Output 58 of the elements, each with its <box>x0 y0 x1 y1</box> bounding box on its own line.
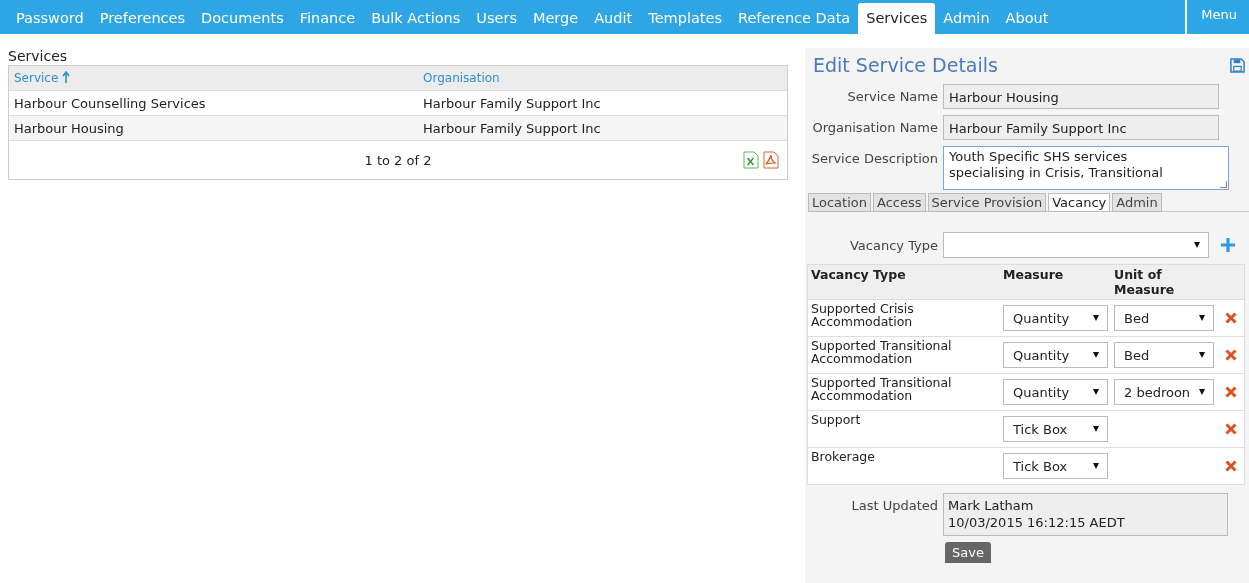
caret-icon <box>1093 352 1099 358</box>
table-cell-text: Harbour Counselling Services <box>13 95 207 111</box>
table-cell-text: Harbour Family Support Inc <box>422 95 601 111</box>
table-cell-text: Support <box>811 413 862 426</box>
nav-tab[interactable]: Services <box>858 3 936 34</box>
dropdown[interactable]: Quantity <box>1003 379 1108 405</box>
dropdown[interactable]: 2 bedroon <box>1114 379 1214 405</box>
dropdown[interactable]: Bed <box>1114 342 1214 368</box>
save-button[interactable]: Save <box>945 542 991 563</box>
delete-icon[interactable] <box>1224 349 1237 361</box>
tab[interactable]: Admin <box>1112 193 1162 212</box>
dropdown[interactable]: Bed <box>1114 305 1214 331</box>
add-icon[interactable] <box>1221 238 1235 252</box>
caret-icon <box>1199 389 1205 395</box>
description-field[interactable]: Youth Specific SHS services specialising in Crisis, Transitional <box>943 146 1229 190</box>
field-label: Service Name <box>846 88 939 104</box>
column-header: Unit of Measure <box>1113 266 1176 299</box>
last-updated-field: Mark Latham 10/03/2015 16:12:15 AEDT <box>943 493 1228 536</box>
caret-icon <box>1093 315 1099 321</box>
delete-icon[interactable] <box>1224 312 1237 324</box>
field-label: Vacancy Type <box>848 237 939 253</box>
table-cell-text: Brokerage <box>811 450 876 463</box>
dropdown[interactable]: Tick Box <box>1003 453 1108 479</box>
delete-icon[interactable] <box>1224 423 1237 435</box>
tab[interactable]: Location <box>808 193 871 212</box>
dropdown[interactable]: Quantity <box>1003 342 1108 368</box>
tab[interactable]: Access <box>873 193 926 212</box>
section-title: Services <box>8 48 69 64</box>
field-label: Last Updated <box>850 497 939 515</box>
caret-icon <box>1194 242 1200 248</box>
panel-title: Edit Service Details <box>813 54 998 76</box>
excel-export-icon[interactable] <box>743 151 759 169</box>
caret-icon <box>1093 463 1099 469</box>
tab[interactable]: Vacancy <box>1048 193 1111 212</box>
table-cell-text: Harbour Family Support Inc <box>422 120 601 136</box>
field-label: Service Description <box>810 150 939 166</box>
dropdown[interactable]: Quantity <box>1003 305 1108 331</box>
caret-icon <box>1093 389 1099 395</box>
pager-text: 1 to 2 of 2 <box>364 152 432 168</box>
caret-icon <box>1199 352 1205 358</box>
table-cell-text: Supported Crisis Accommodation <box>811 302 915 328</box>
column-header: Measure <box>1002 266 1065 284</box>
field-label: Organisation Name <box>811 119 939 135</box>
delete-icon[interactable] <box>1224 460 1237 472</box>
table-cell-text: Supported Transitional Accommodation <box>811 376 953 402</box>
delete-icon[interactable] <box>1224 386 1237 398</box>
table-cell-text: Supported Transitional Accommodation <box>811 339 953 365</box>
column-header: Vacancy Type <box>810 266 907 284</box>
table-cell-text: Harbour Housing <box>13 120 125 136</box>
caret-icon <box>1093 426 1099 432</box>
pdf-export-icon[interactable] <box>763 151 779 169</box>
tab[interactable]: Service Provision <box>927 193 1047 212</box>
resize-grip-icon <box>1220 181 1227 188</box>
save-icon[interactable] <box>1230 57 1245 73</box>
text-field[interactable]: Harbour Family Support Inc <box>943 115 1219 140</box>
text-field[interactable]: Harbour Housing <box>943 84 1219 109</box>
caret-icon <box>1199 315 1205 321</box>
dropdown[interactable]: Tick Box <box>1003 416 1108 442</box>
